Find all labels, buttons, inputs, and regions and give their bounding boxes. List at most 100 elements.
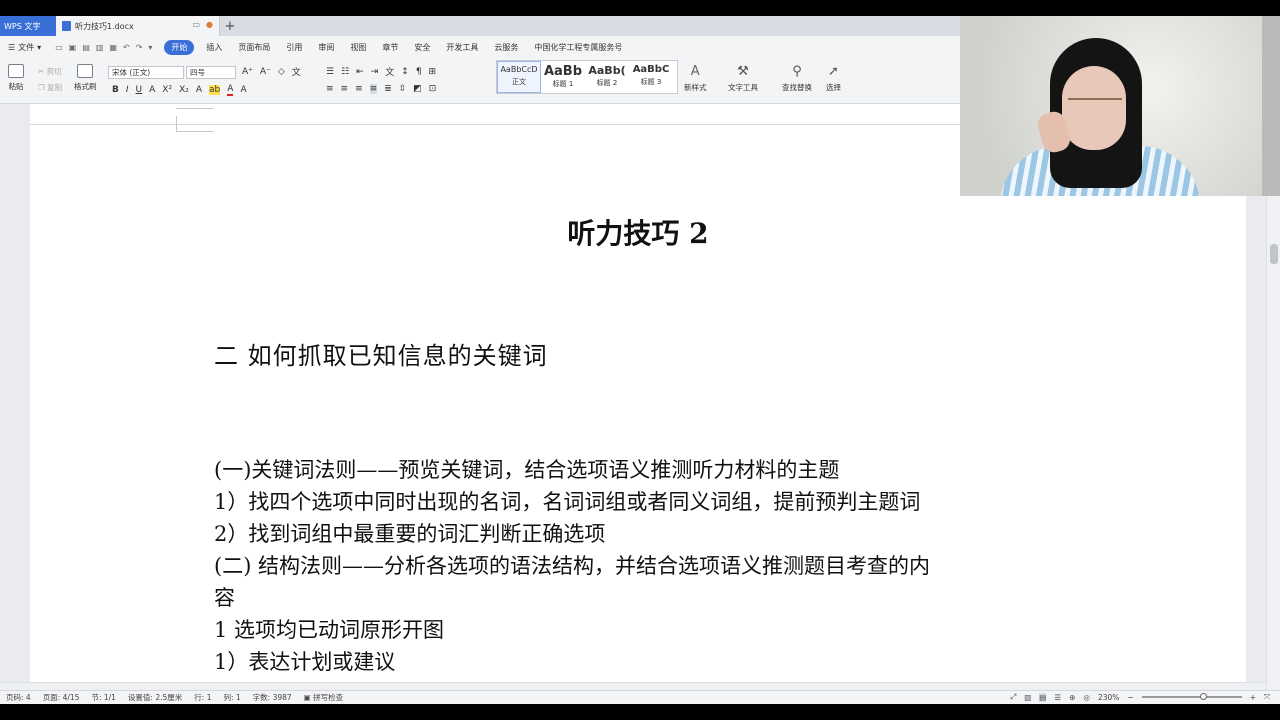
menu-item-view[interactable]: 视图 <box>342 42 374 53</box>
status-col[interactable]: 列: 1 <box>217 692 246 703</box>
page-view-icon[interactable]: ▤ <box>1039 692 1047 702</box>
unsaved-dot-icon[interactable]: ● <box>206 20 213 29</box>
horizontal-scrollbar[interactable] <box>0 682 1266 690</box>
menu-item-section[interactable]: 章节 <box>374 42 406 53</box>
decrease-indent-icon[interactable]: ⇤ <box>356 67 364 77</box>
menu-item-page-layout[interactable]: 页面布局 <box>230 42 278 53</box>
body-line: (一)关键词法则——预览关键词，结合选项语义推测听力材料的主题 <box>214 458 840 482</box>
status-row[interactable]: 行: 1 <box>188 692 217 703</box>
redo-icon[interactable]: ↷ <box>136 43 143 52</box>
menu-item-home[interactable]: 开始 <box>164 39 195 55</box>
file-menu[interactable]: ☰ 文件 ▾ <box>0 42 47 53</box>
style-normal[interactable]: AaBbCcD 正文 <box>497 61 541 93</box>
print-icon[interactable]: ▥ <box>96 43 104 52</box>
font-name-select[interactable]: 宋体 (正文) <box>108 66 184 79</box>
menu-item-insert[interactable]: 插入 <box>198 42 230 53</box>
style-heading-3-label: 标题 3 <box>640 78 662 86</box>
font-size-select[interactable]: 四号 <box>186 66 236 79</box>
open-folder-icon[interactable]: ▭ <box>55 43 63 52</box>
line-spacing-icon[interactable]: ⇳ <box>399 84 407 94</box>
brush-icon <box>77 64 94 78</box>
menu-item-cloud[interactable]: 云服务 <box>486 42 526 53</box>
status-section[interactable]: 节: 1/1 <box>85 692 121 703</box>
find-replace-button[interactable]: ⚲ 查找替换 <box>782 64 812 93</box>
menu-item-developer[interactable]: 开发工具 <box>438 42 486 53</box>
numbering-icon[interactable]: ☷ <box>341 67 349 77</box>
menu-item-service[interactable]: 中国化学工程专属服务号 <box>526 42 630 53</box>
zoom-slider-knob[interactable] <box>1199 693 1207 700</box>
format-painter-button[interactable]: 格式刷 <box>74 64 97 92</box>
status-setting[interactable]: 设置值: 2.5厘米 <box>122 692 188 703</box>
style-heading-2[interactable]: AaBb( 标题 2 <box>585 61 629 93</box>
menu-item-references[interactable]: 引用 <box>278 42 310 53</box>
zoom-level[interactable]: 230% <box>1098 693 1119 702</box>
distributed-icon[interactable]: ≣ <box>384 84 392 94</box>
zoom-in-button[interactable]: + <box>1250 693 1256 702</box>
status-word-count[interactable]: 字数: 3987 <box>247 692 298 703</box>
status-page-num[interactable]: 页码: 4 <box>0 692 37 703</box>
web-view-icon[interactable]: ⊕ <box>1069 693 1075 702</box>
clear-format-icon[interactable]: ◇ <box>278 67 285 77</box>
paste-button[interactable]: 粘贴 <box>8 64 24 92</box>
bullets-icon[interactable]: ☰ <box>326 67 334 77</box>
text-effect-icon[interactable]: A <box>196 85 202 95</box>
zoom-out-button[interactable]: − <box>1127 693 1133 702</box>
increase-indent-icon[interactable]: ⇥ <box>371 67 379 77</box>
copy-icon: ❐ <box>38 83 45 92</box>
underline-icon[interactable]: U <box>136 85 143 95</box>
print-preview-icon[interactable]: ▦ <box>109 43 117 52</box>
zoom-slider[interactable] <box>1141 693 1242 700</box>
webcam-overlay <box>960 16 1280 196</box>
chinese-layout-icon[interactable]: 文 <box>385 65 394 78</box>
align-left-icon[interactable]: ≡ <box>326 84 334 94</box>
new-tab-button[interactable]: + <box>220 16 240 36</box>
fit-page-icon[interactable]: ⤧ <box>1264 692 1270 702</box>
align-center-icon[interactable]: ≡ <box>341 84 349 94</box>
text-tools-button[interactable]: ⚒ 文字工具 <box>728 64 758 93</box>
new-style-button[interactable]: A 新样式 <box>684 64 707 93</box>
chevron-down-icon: ▾ <box>37 42 42 52</box>
style-heading-1[interactable]: AaBb 标题 1 <box>541 61 585 93</box>
italic-icon[interactable]: I <box>126 85 129 95</box>
grow-font-icon[interactable]: A⁺ <box>242 67 253 77</box>
menu-item-security[interactable]: 安全 <box>406 42 438 53</box>
copy-button[interactable]: ❐ 复制 <box>38 80 62 96</box>
justify-icon[interactable]: ≡ <box>369 84 378 94</box>
shrink-font-icon[interactable]: A⁻ <box>260 67 271 77</box>
phonetic-icon[interactable]: 文 <box>292 65 301 78</box>
superscript-icon[interactable]: X² <box>162 85 172 95</box>
menu-item-review[interactable]: 审阅 <box>310 42 342 53</box>
strikethrough-icon[interactable]: A <box>149 85 155 95</box>
bold-icon[interactable]: B <box>112 85 119 95</box>
spell-check-button[interactable]: ▣ 拼写检查 <box>298 692 349 703</box>
table-grid-icon[interactable]: ⊞ <box>429 67 437 77</box>
tab-wps-app[interactable]: WPS 文字 <box>0 16 56 36</box>
body-line: (二) 结构法则——分析各选项的语法结构，并结合选项语义推测题目考查的内 <box>214 554 931 578</box>
cut-button[interactable]: ✂ 剪切 <box>38 64 62 80</box>
subscript-icon[interactable]: X₂ <box>179 85 189 95</box>
fullscreen-icon[interactable]: ⤢ <box>1010 692 1016 702</box>
align-right-icon[interactable]: ≡ <box>355 84 363 94</box>
shading-icon[interactable]: ◩ <box>413 84 422 94</box>
select-button[interactable]: ➚ 选择 <box>826 64 841 93</box>
save-icon[interactable]: ▣ <box>69 43 77 52</box>
sort-icon[interactable]: ↕ <box>401 67 409 77</box>
export-icon[interactable]: ▤ <box>82 43 90 52</box>
scrollbar-thumb[interactable] <box>1270 244 1278 264</box>
char-shading-icon[interactable]: A <box>240 85 246 95</box>
customize-chevron-icon[interactable]: ▾ <box>148 43 152 52</box>
new-style-icon: A <box>690 64 700 79</box>
reading-mode-icon[interactable]: ▥ <box>1024 693 1031 702</box>
header-line <box>30 124 960 125</box>
font-color-icon[interactable]: A <box>227 84 234 96</box>
outline-view-icon[interactable]: ☰ <box>1054 693 1061 702</box>
monitor-icon[interactable]: ▭ <box>192 20 200 29</box>
undo-icon[interactable]: ↶ <box>123 43 130 52</box>
show-marks-icon[interactable]: ¶ <box>416 67 422 77</box>
tab-document[interactable]: 听力技巧1.docx ▭ ● <box>56 16 220 36</box>
style-heading-3[interactable]: AaBbC 标题 3 <box>629 61 673 93</box>
border-icon[interactable]: ⊡ <box>429 84 437 94</box>
eye-protection-icon[interactable]: ◎ <box>1083 693 1090 702</box>
highlight-icon[interactable]: ab <box>209 85 221 95</box>
status-pages[interactable]: 页面: 4/15 <box>37 692 86 703</box>
